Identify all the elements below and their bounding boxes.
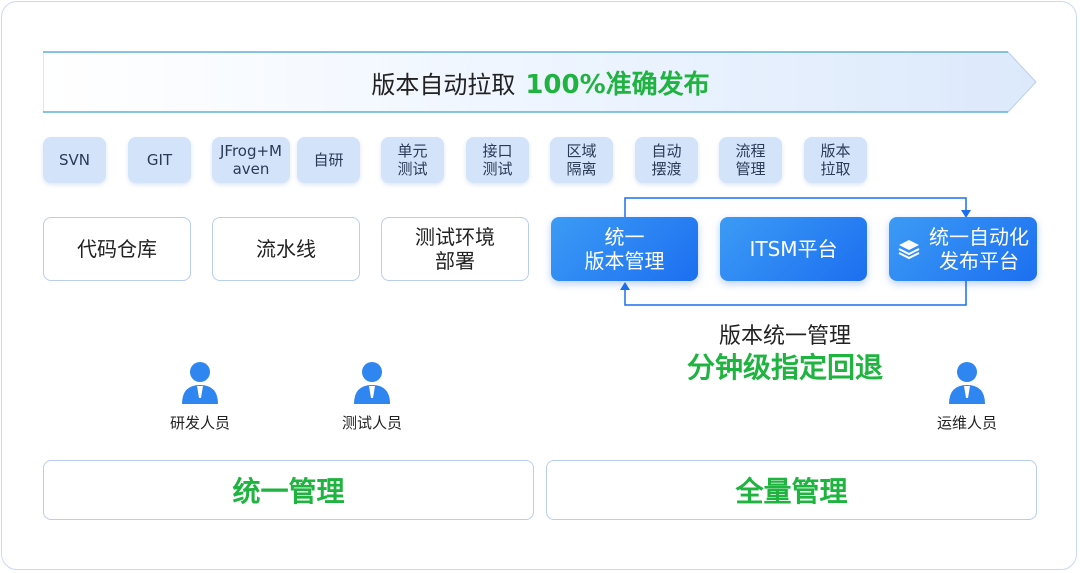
box-unified-auto-release: 统一自动化 发布平台 [889,217,1037,281]
caption-line2: 分钟级指定回退 [686,351,883,384]
person-developer: 研发人员 [160,360,240,433]
person-ops: 运维人员 [927,360,1007,433]
layers-icon [898,240,920,260]
user-icon [949,362,985,404]
person-tester: 测试人员 [332,360,412,433]
user-icon [182,362,218,404]
person-label: 运维人员 [936,414,997,432]
box-unified-version-mgmt: 统一 版本管理 [551,217,698,281]
footer-full-mgmt: 全量管理 [546,460,1037,520]
box-itsm-platform: ITSM平台 [720,217,867,281]
person-label: 研发人员 [169,414,230,432]
footer-unified-mgmt: 统一管理 [43,460,534,520]
user-icon [354,362,390,404]
unified-auto-release-label: 统一自动化 发布平台 [929,225,1029,273]
person-label: 测试人员 [341,414,402,432]
